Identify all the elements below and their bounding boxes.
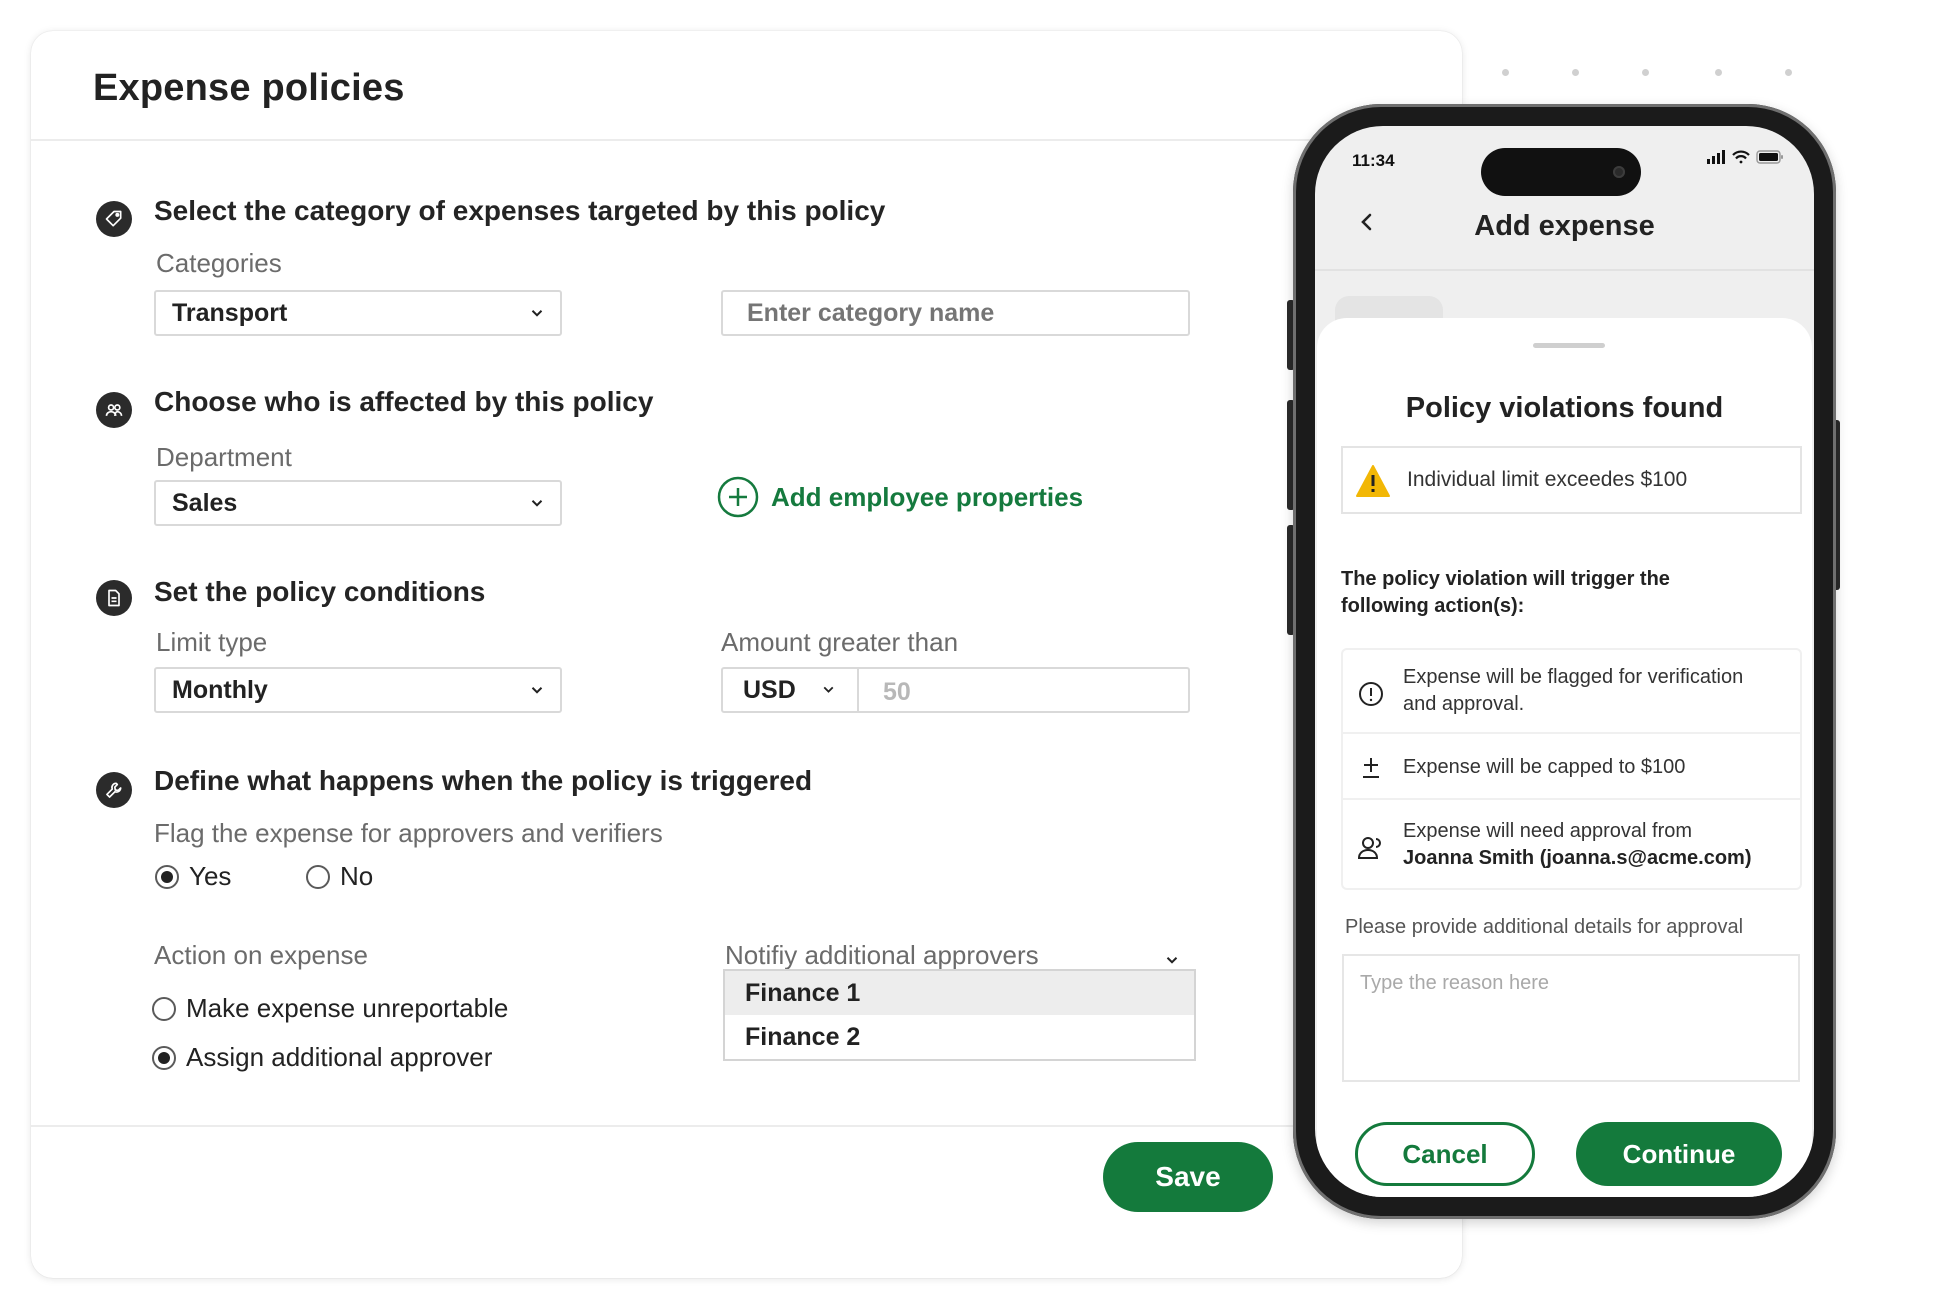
sheet-title: Policy violations found (1405, 392, 1724, 424)
save-button[interactable]: Save (1103, 1142, 1273, 1212)
add-employee-properties-label: Add employee properties (771, 481, 1084, 512)
tag-icon (96, 201, 132, 237)
flag-yes-radio[interactable]: Yes (155, 861, 231, 892)
trigger-description: The policy violation will trigger the fo… (1341, 568, 1670, 617)
currency-value: USD (743, 675, 796, 704)
radio-unselected (306, 864, 330, 889)
trigger-section-title: Define what happens when the policy is t… (154, 765, 813, 796)
category-section-title: Select the category of expenses targeted… (154, 195, 886, 226)
approver-option[interactable]: Finance 1 (725, 971, 1194, 1015)
chevron-down-icon[interactable] (1163, 951, 1181, 969)
currency-select[interactable]: USD (723, 669, 859, 711)
card-header: Expense policies (31, 31, 1462, 141)
department-label: Department (156, 442, 292, 472)
radio-selected (152, 1045, 176, 1070)
wrench-icon (96, 772, 132, 808)
wifi-icon (1732, 150, 1750, 164)
flag-yes-label: Yes (189, 861, 232, 891)
people-icon (96, 392, 132, 428)
status-time: 11:34 (1352, 151, 1395, 170)
action-item: Expense will be capped to $100 (1343, 754, 1800, 784)
department-select-value: Sales (172, 488, 238, 517)
category-select-value: Transport (172, 298, 288, 327)
footer-divider (31, 1125, 1328, 1127)
action-unreportable-label: Make expense unreportable (186, 993, 509, 1023)
actions-list: Expense will be flagged for verification… (1341, 648, 1802, 890)
radio-selected (155, 864, 179, 889)
add-employee-properties-button[interactable]: Add employee properties (717, 476, 1083, 518)
limit-type-value: Monthly (172, 675, 268, 704)
amount-label: Amount greater than (721, 627, 959, 657)
decorative-dot (1715, 69, 1722, 76)
action-item: Expense will need approval from Joanna S… (1343, 818, 1800, 874)
signal-icon (1707, 150, 1725, 164)
approver-option[interactable]: Finance 2 (725, 1015, 1194, 1059)
details-label: Please provide additional details for ap… (1345, 916, 1744, 938)
document-icon (96, 580, 132, 616)
action-text: Expense will be capped to $100 (1403, 754, 1685, 781)
decorative-dot (1785, 69, 1792, 76)
decorative-dot (1572, 69, 1579, 76)
category-select[interactable]: Transport (154, 290, 562, 336)
action-on-expense-label: Action on expense (154, 940, 368, 970)
action-unreportable-radio[interactable]: Make expense unreportable (152, 993, 508, 1024)
status-icons (1706, 150, 1784, 164)
action-text: Expense will need approval from Joanna S… (1403, 818, 1751, 872)
chevron-down-icon (531, 310, 543, 317)
battery-icon (1756, 150, 1783, 164)
warning-icon (1356, 465, 1390, 497)
approvers-list: Finance 1 Finance 2 (723, 969, 1196, 1061)
action-item: Expense will be flagged for verification… (1343, 664, 1800, 720)
approver-name: Joanna Smith (joanna.s@acme.com) (1403, 847, 1752, 869)
reason-textarea[interactable]: Type the reason here (1342, 954, 1800, 1082)
radio-unselected (152, 996, 176, 1021)
decorative-dot (1502, 69, 1509, 76)
action-divider (1343, 798, 1800, 800)
action-approver-label: Assign additional approver (186, 1042, 493, 1072)
notify-approvers-label: Notifiy additional approvers (725, 940, 1039, 970)
page-title: Expense policies (93, 67, 405, 109)
action-line-bold: Joanna Smith (joanna.s@acme.com) (1403, 845, 1751, 872)
warning-banner: Individual limit exceedes $100 (1341, 446, 1802, 514)
chevron-down-icon (823, 686, 834, 693)
flag-no-radio[interactable]: No (306, 861, 373, 892)
cancel-button[interactable]: Cancel (1355, 1122, 1535, 1186)
chevron-down-icon (531, 687, 543, 694)
flag-no-label: No (340, 861, 374, 891)
limit-type-label: Limit type (156, 627, 268, 657)
decorative-dot (1642, 69, 1649, 76)
conditions-section-title: Set the policy conditions (154, 576, 486, 607)
action-text: Expense will be flagged for verification… (1403, 664, 1743, 718)
action-line: Expense will need approval from (1403, 820, 1693, 842)
action-line: Expense will be flagged for verification (1403, 666, 1744, 688)
nav-divider (1315, 269, 1814, 271)
expense-policies-card: Expense policies Select the category of … (31, 31, 1462, 1278)
chevron-down-icon (531, 500, 543, 507)
amount-input[interactable]: 50 (883, 678, 911, 707)
categories-label: Categories (156, 248, 282, 278)
department-select[interactable]: Sales (154, 480, 562, 526)
limit-type-select[interactable]: Monthly (154, 667, 562, 713)
sheet-grabber[interactable] (1533, 343, 1605, 348)
amount-field: USD 50 (721, 667, 1190, 713)
action-line: and approval. (1403, 693, 1525, 715)
user-check-icon (1357, 837, 1381, 859)
phone-screen: 11:34 Add expense Policy violations foun… (1315, 126, 1814, 1197)
nav-title: Add expense (1474, 210, 1655, 242)
policy-violation-sheet: Policy violations found Individual limit… (1317, 318, 1812, 1197)
flag-expense-label: Flag the expense for approvers and verif… (154, 818, 663, 848)
dynamic-island (1481, 148, 1641, 196)
warning-text: Individual limit exceedes $100 (1407, 468, 1688, 491)
plus-circle-icon (717, 476, 759, 518)
plus-minus-icon (1363, 758, 1379, 778)
camera-icon (1613, 166, 1625, 178)
category-name-input[interactable] (721, 290, 1190, 336)
phone-mockup: 11:34 Add expense Policy violations foun… (1293, 104, 1836, 1219)
affected-section-title: Choose who is affected by this policy (154, 386, 654, 417)
action-approver-radio[interactable]: Assign additional approver (152, 1042, 492, 1073)
continue-button[interactable]: Continue (1576, 1122, 1782, 1186)
alert-circle-icon (1359, 682, 1383, 706)
action-line: Expense will be capped to $100 (1403, 756, 1686, 778)
action-divider (1343, 732, 1800, 734)
